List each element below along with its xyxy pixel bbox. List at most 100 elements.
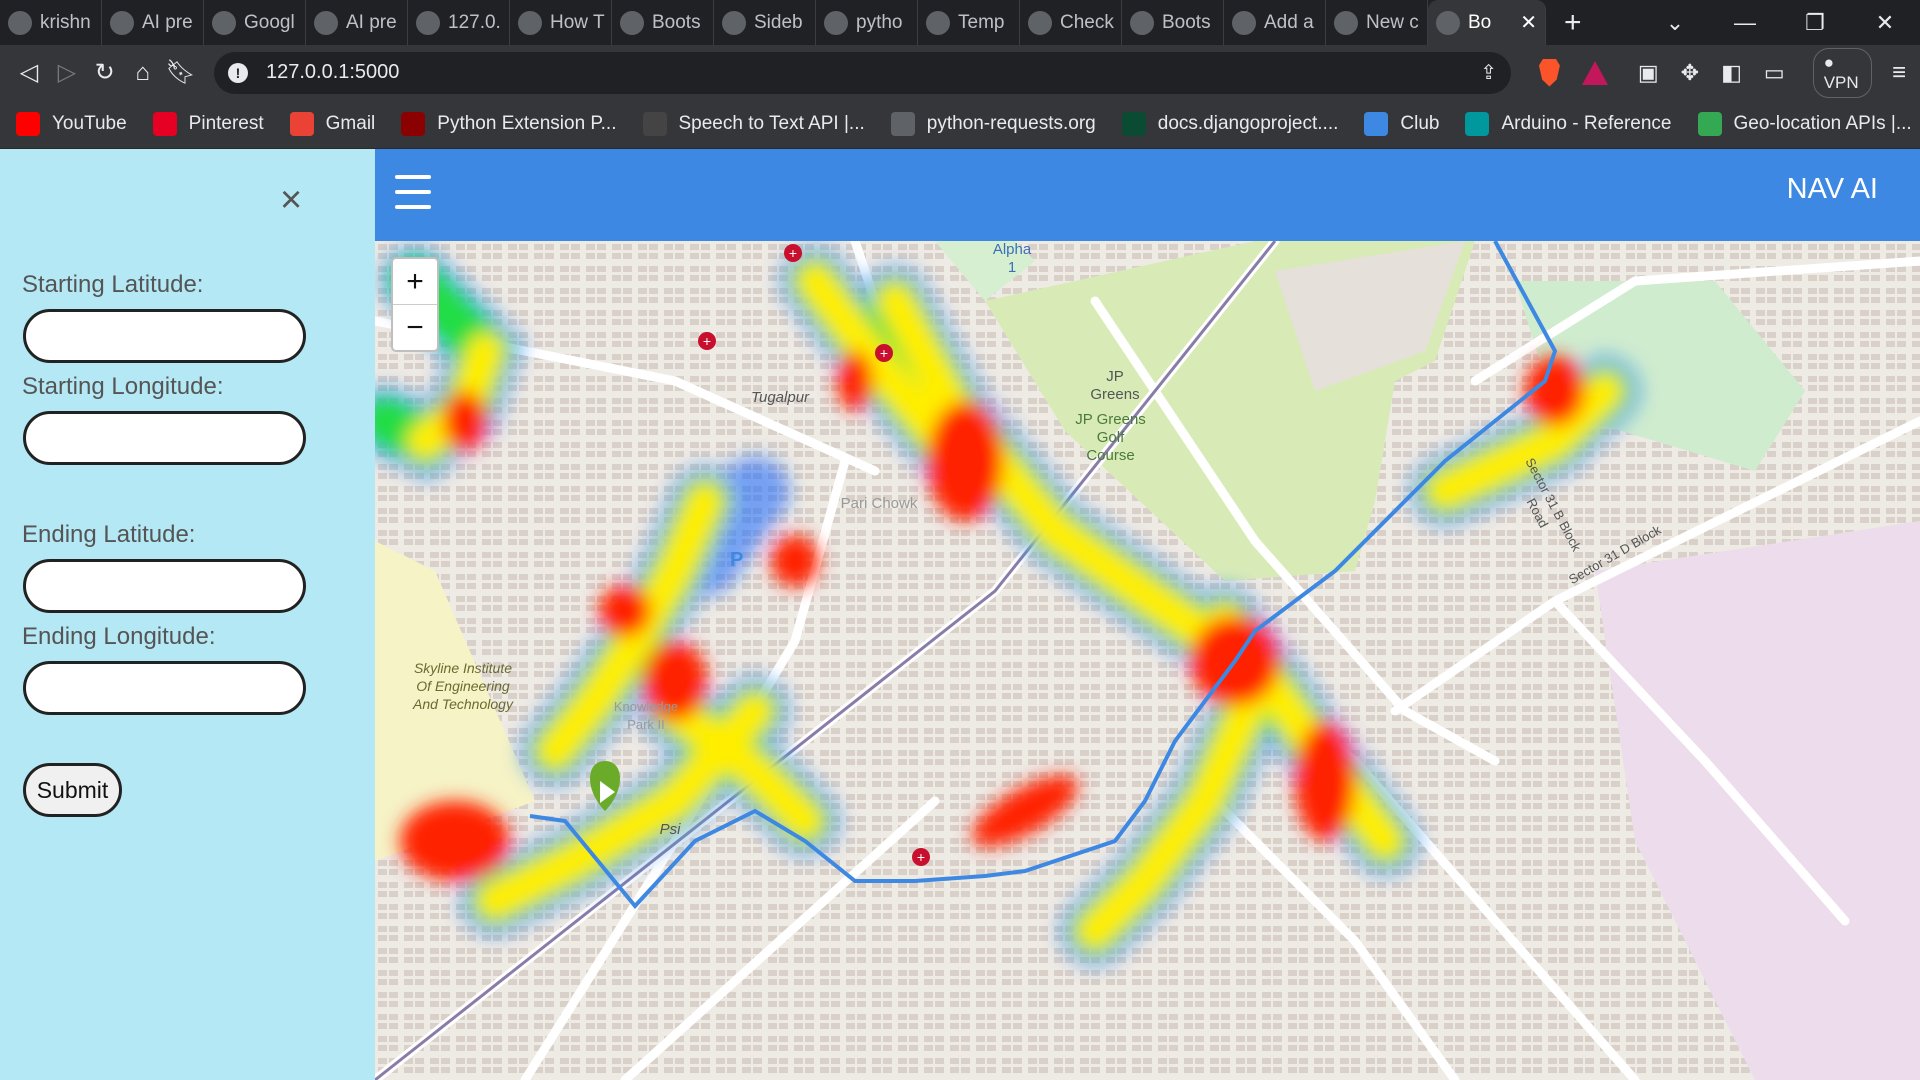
start-lon-label: Starting Longitude: bbox=[22, 373, 224, 400]
tab-strip: krishn AI pre Googl AI pre 127.0. How T Boots S… bbox=[0, 0, 1920, 45]
map-label-knowledge-park: Knowledge Park II bbox=[613, 699, 679, 732]
tab-label: New c bbox=[1366, 11, 1419, 33]
address-bar[interactable]: ! 127.0.0.1:5000 ⇪ bbox=[213, 51, 1511, 94]
browser-tab[interactable]: Temp bbox=[918, 0, 1020, 45]
home-icon[interactable]: ⌂ bbox=[128, 53, 158, 93]
bookmark-item[interactable]: Pinterest bbox=[152, 112, 264, 136]
bookmark-item[interactable]: Geo-location APIs |... bbox=[1697, 112, 1912, 136]
forward-icon[interactable]: ▷ bbox=[52, 53, 82, 93]
map-label-psi: Psi bbox=[659, 821, 681, 838]
bookmarks-bar: YouTube Pinterest Gmail Python Extension P.… bbox=[0, 100, 1920, 149]
zoom-out-button[interactable]: − bbox=[393, 305, 437, 351]
browser-tab[interactable]: AI pre bbox=[306, 0, 408, 45]
bookmark-item[interactable]: Gmail bbox=[289, 112, 375, 136]
restore-button[interactable]: ❐ bbox=[1780, 10, 1850, 36]
tabnine-icon bbox=[926, 10, 950, 35]
zoom-in-button[interactable]: + bbox=[393, 259, 437, 305]
colorlib-icon bbox=[620, 10, 644, 35]
reload-icon[interactable]: ↻ bbox=[90, 53, 120, 93]
browser-tab[interactable]: Boots bbox=[1122, 0, 1224, 45]
browser-tab[interactable]: Boots bbox=[612, 0, 714, 45]
share-icon[interactable]: ⇪ bbox=[1480, 60, 1497, 85]
browser-tab[interactable]: krishn bbox=[0, 0, 102, 45]
start-lon-input[interactable] bbox=[23, 411, 306, 465]
map-canvas[interactable]: + + + + P bbox=[375, 241, 1920, 1080]
stackoverflow-icon bbox=[824, 10, 848, 35]
bookmark-icon[interactable]: 🔖︎ bbox=[166, 53, 196, 93]
tab-label: AI pre bbox=[346, 11, 397, 33]
browser-tab[interactable]: pytho bbox=[816, 0, 918, 45]
crypto-wallet-icon[interactable]: ▭ bbox=[1764, 60, 1785, 86]
tab-search-icon[interactable]: ⌄ bbox=[1640, 10, 1710, 36]
tab-label: 127.0. bbox=[448, 11, 501, 33]
minimize-button[interactable]: — bbox=[1710, 10, 1780, 36]
close-tab-icon[interactable]: ✕ bbox=[1520, 10, 1537, 35]
start-lat-input[interactable] bbox=[23, 309, 306, 363]
hospital-icon: + bbox=[875, 344, 893, 362]
tab-label: Add a bbox=[1264, 11, 1314, 33]
end-lon-input[interactable] bbox=[23, 661, 306, 715]
browser-tab[interactable]: New c bbox=[1326, 0, 1428, 45]
tab-label: Bo bbox=[1468, 11, 1492, 33]
extensions-icon[interactable]: ✥ bbox=[1681, 60, 1699, 86]
parking-icon: P bbox=[730, 549, 743, 571]
map-label-alpha: Alpha 1 bbox=[992, 241, 1032, 276]
browser-tab[interactable]: Add a bbox=[1224, 0, 1326, 45]
hospital-icon: + bbox=[784, 244, 802, 262]
end-lat-label: Ending Latitude: bbox=[22, 521, 196, 548]
tab-label: AI pre bbox=[142, 11, 193, 33]
submit-button[interactable]: Submit bbox=[23, 763, 122, 817]
gmail-icon bbox=[289, 112, 314, 136]
bookmark-label: Arduino - Reference bbox=[1501, 113, 1672, 134]
wallet-icon[interactable]: ▣ bbox=[1638, 60, 1659, 86]
hospital-icon: + bbox=[698, 332, 716, 350]
svg-text:+: + bbox=[703, 333, 711, 349]
start-lat-label: Starting Latitude: bbox=[22, 271, 204, 298]
site-info-icon[interactable]: ! bbox=[227, 62, 248, 83]
zoom-control: + − bbox=[391, 257, 439, 352]
url-text: 127.0.0.1:5000 bbox=[265, 61, 400, 83]
close-icon[interactable]: × bbox=[280, 181, 302, 219]
new-tab-button[interactable]: + bbox=[1546, 0, 1600, 45]
map-label-pari-chowk: Pari Chowk bbox=[840, 495, 918, 512]
bookmark-item[interactable]: Speech to Text API |... bbox=[642, 112, 865, 136]
pinterest-icon bbox=[152, 112, 177, 136]
bookmark-label: Geo-location APIs |... bbox=[1733, 113, 1912, 134]
sidebar: × Starting Latitude: Starting Longitude:… bbox=[0, 149, 375, 1080]
browser-tab[interactable]: Googl bbox=[204, 0, 306, 45]
browser-tab[interactable]: AI pre bbox=[102, 0, 204, 45]
menu-icon[interactable]: ≡ bbox=[1892, 59, 1906, 87]
bookmark-label: python-requests.org bbox=[926, 113, 1096, 134]
bookmark-item[interactable]: Arduino - Reference bbox=[1465, 112, 1672, 136]
bookmark-item[interactable]: docs.djangoproject.... bbox=[1121, 112, 1338, 136]
browser-tab[interactable]: Bo ✕ bbox=[1428, 0, 1546, 45]
browser-tab[interactable]: 127.0. bbox=[408, 0, 510, 45]
bookmark-item[interactable]: python-requests.org bbox=[890, 112, 1096, 136]
browser-tab[interactable]: How T bbox=[510, 0, 612, 45]
browser-tab[interactable]: Check bbox=[1020, 0, 1122, 45]
bookmark-item[interactable]: Club bbox=[1364, 112, 1439, 136]
tab-label: Temp bbox=[958, 11, 1005, 33]
page-content: × Starting Latitude: Starting Longitude:… bbox=[0, 149, 1920, 1080]
end-lat-input[interactable] bbox=[23, 559, 306, 613]
globe-icon bbox=[890, 112, 915, 136]
map-label-tugalpur: Tugalpur bbox=[750, 389, 810, 406]
vpn-button[interactable]: ● VPN bbox=[1812, 47, 1873, 98]
speech-icon bbox=[642, 112, 667, 136]
hamburger-menu-icon[interactable] bbox=[395, 175, 431, 209]
browser-tab[interactable]: Sideb bbox=[714, 0, 816, 45]
globe-icon bbox=[110, 10, 134, 35]
github-icon bbox=[8, 10, 32, 35]
bootstrap-icon bbox=[1028, 10, 1052, 35]
brave-shields-icon[interactable] bbox=[1538, 58, 1560, 87]
globe-icon bbox=[314, 10, 338, 35]
map-view[interactable]: + + + + P + − Alpha 1 Tugalpur JP Greens… bbox=[375, 241, 1920, 1080]
w-icon bbox=[518, 10, 542, 35]
sidebar-toggle-icon[interactable]: ◧ bbox=[1721, 60, 1742, 86]
back-icon[interactable]: ◁ bbox=[14, 53, 44, 93]
bookmark-item[interactable]: Python Extension P... bbox=[401, 112, 617, 136]
brave-rewards-icon[interactable] bbox=[1581, 60, 1608, 85]
close-window-button[interactable]: ✕ bbox=[1850, 10, 1920, 36]
browser-toolbar: ◁ ▷ ↻ ⌂ 🔖︎ ! 127.0.0.1:5000 ⇪ ▣ ✥ ◧ ▭ ● … bbox=[0, 45, 1920, 100]
bookmark-item[interactable]: YouTube bbox=[16, 112, 127, 136]
